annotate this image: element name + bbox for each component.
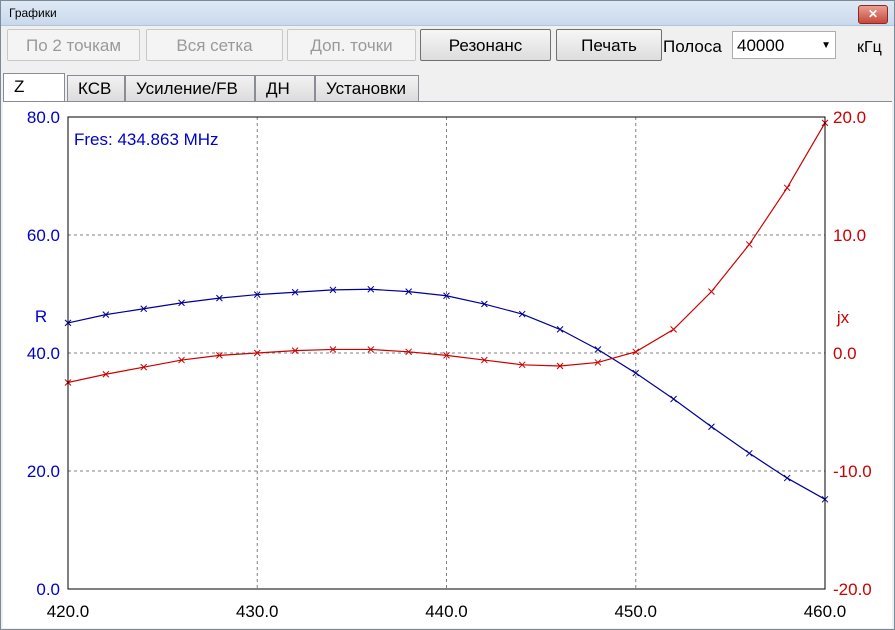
jx-axis-label: jx (836, 308, 850, 327)
title-bar[interactable]: Графики ✕ (1, 1, 894, 26)
impedance-chart: 420.0 430.0 440.0 450.0 460.0 80.0 60.0 40.0 20.… (27, 108, 872, 621)
full-grid-button[interactable]: Вся сетка (146, 29, 283, 61)
right-y-tick-label: 10.0 (833, 226, 866, 245)
right-y-tick-label: -20.0 (833, 580, 872, 599)
data-point-marker (670, 395, 677, 403)
tab-swr[interactable]: КСВ (67, 75, 125, 101)
close-button[interactable]: ✕ (858, 5, 888, 24)
print-button[interactable]: Печать (556, 29, 662, 61)
left-y-tick-label: 60.0 (27, 226, 60, 245)
left-y-tick-label: 80.0 (27, 108, 60, 127)
resonance-annotation: Fres: 434.863 MHz (74, 130, 219, 149)
band-value: 40000 (737, 36, 785, 55)
axis-layer: 420.0 430.0 440.0 450.0 460.0 80.0 60.0 40.0 20.… (27, 108, 872, 621)
window-title: Графики (9, 6, 57, 20)
left-y-tick-label: 40.0 (27, 344, 60, 363)
left-y-tick-label: 0.0 (36, 580, 60, 599)
tab-pattern[interactable]: ДН (255, 75, 315, 101)
band-label: Полоса (663, 37, 722, 56)
x-tick-label: 420.0 (47, 602, 90, 621)
data-point-marker (670, 326, 677, 333)
left-y-tick-label: 20.0 (27, 462, 60, 481)
data-point-marker (556, 326, 564, 333)
extra-points-button[interactable]: Доп. точки (287, 29, 416, 61)
data-point-marker (783, 474, 791, 482)
r-axis-label: R (35, 307, 47, 326)
data-point-marker (745, 241, 753, 248)
tab-settings[interactable]: Установки (315, 75, 419, 101)
band-select[interactable]: 40000 ▼ (732, 31, 836, 59)
x-tick-label: 430.0 (236, 602, 279, 621)
graphs-window: Графики ✕ По 2 точкам Вся сетка Доп. точ… (0, 0, 895, 630)
right-y-tick-label: -10.0 (833, 462, 872, 481)
right-y-tick-label: 0.0 (833, 344, 857, 363)
two-points-button[interactable]: По 2 точкам (7, 29, 140, 61)
chevron-down-icon[interactable]: ▼ (821, 40, 831, 51)
tab-z[interactable]: Z (3, 73, 65, 103)
data-point-marker (708, 423, 715, 431)
toolbar: По 2 точкам Вся сетка Доп. точки Резонан… (1, 27, 894, 67)
x-tick-label: 450.0 (614, 602, 657, 621)
chart-area: 420.0 430.0 440.0 450.0 460.0 80.0 60.0 40.0 20.… (3, 101, 892, 628)
x-tick-label: 440.0 (425, 602, 468, 621)
grid-lines (68, 117, 825, 589)
data-point-marker (708, 288, 715, 295)
data-point-marker (783, 184, 791, 192)
data-point-marker (594, 346, 602, 353)
band-unit: кГц (857, 39, 882, 56)
data-point-marker (745, 449, 753, 457)
tab-gain-fb[interactable]: Усиление/FB (125, 75, 255, 101)
resonance-button[interactable]: Резонанс (420, 29, 551, 61)
x-tick-label: 460.0 (804, 602, 847, 621)
right-y-tick-label: 20.0 (833, 108, 866, 127)
